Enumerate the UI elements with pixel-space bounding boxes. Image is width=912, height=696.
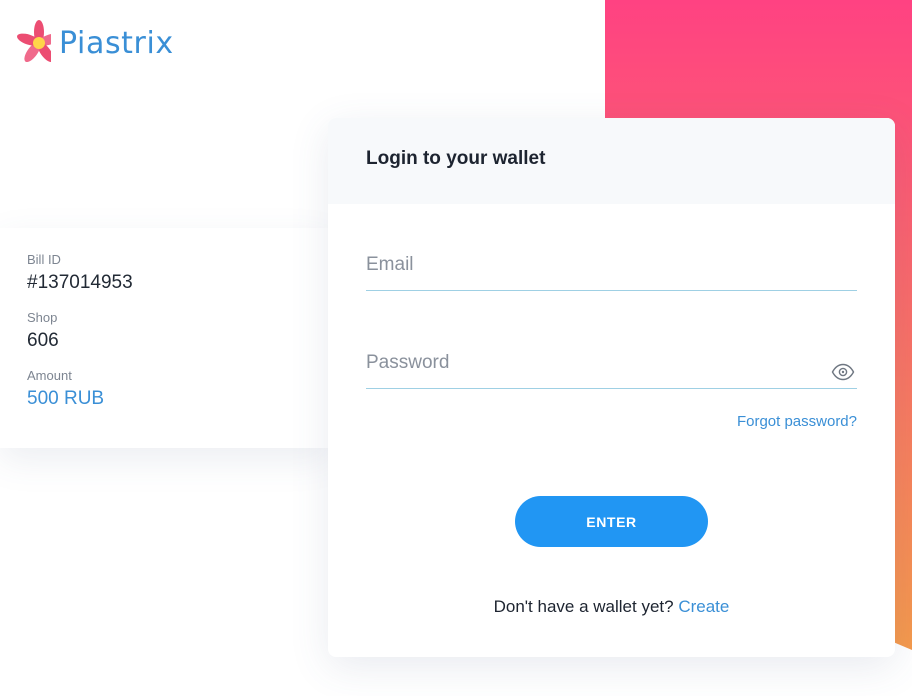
bill-id-label: Bill ID — [27, 252, 61, 267]
bill-id-value: #137014953 — [27, 272, 133, 293]
eye-icon[interactable] — [831, 360, 855, 384]
amount-value: 500 RUB — [27, 388, 105, 409]
amount-label: Amount — [27, 368, 72, 383]
signup-prompt: Don't have a wallet yet? Create — [328, 597, 895, 617]
login-card: Login to your wallet Forgot password? EN… — [328, 118, 895, 657]
no-wallet-text: Don't have a wallet yet? — [493, 597, 674, 616]
forgot-password-link[interactable]: Forgot password? — [737, 413, 857, 430]
password-field-wrapper — [366, 348, 857, 389]
create-wallet-link[interactable]: Create — [678, 597, 729, 616]
email-field-wrapper — [366, 250, 857, 291]
login-title: Login to your wallet — [366, 148, 546, 169]
flower-logo-icon — [17, 20, 51, 63]
login-card-header: Login to your wallet — [328, 118, 895, 204]
enter-button[interactable]: ENTER — [515, 496, 708, 547]
bill-info-panel: Bill ID #137014953 Shop 606 Amount 500 R… — [0, 228, 330, 448]
email-input[interactable] — [366, 250, 857, 280]
brand-name: Piastrix — [59, 25, 174, 61]
shop-label: Shop — [27, 310, 58, 325]
logo[interactable]: Piastrix — [9, 12, 174, 74]
shop-value: 606 — [27, 330, 59, 351]
password-input[interactable] — [366, 348, 857, 378]
page: Piastrix Bill ID #137014953 Shop 606 Amo… — [0, 0, 912, 696]
